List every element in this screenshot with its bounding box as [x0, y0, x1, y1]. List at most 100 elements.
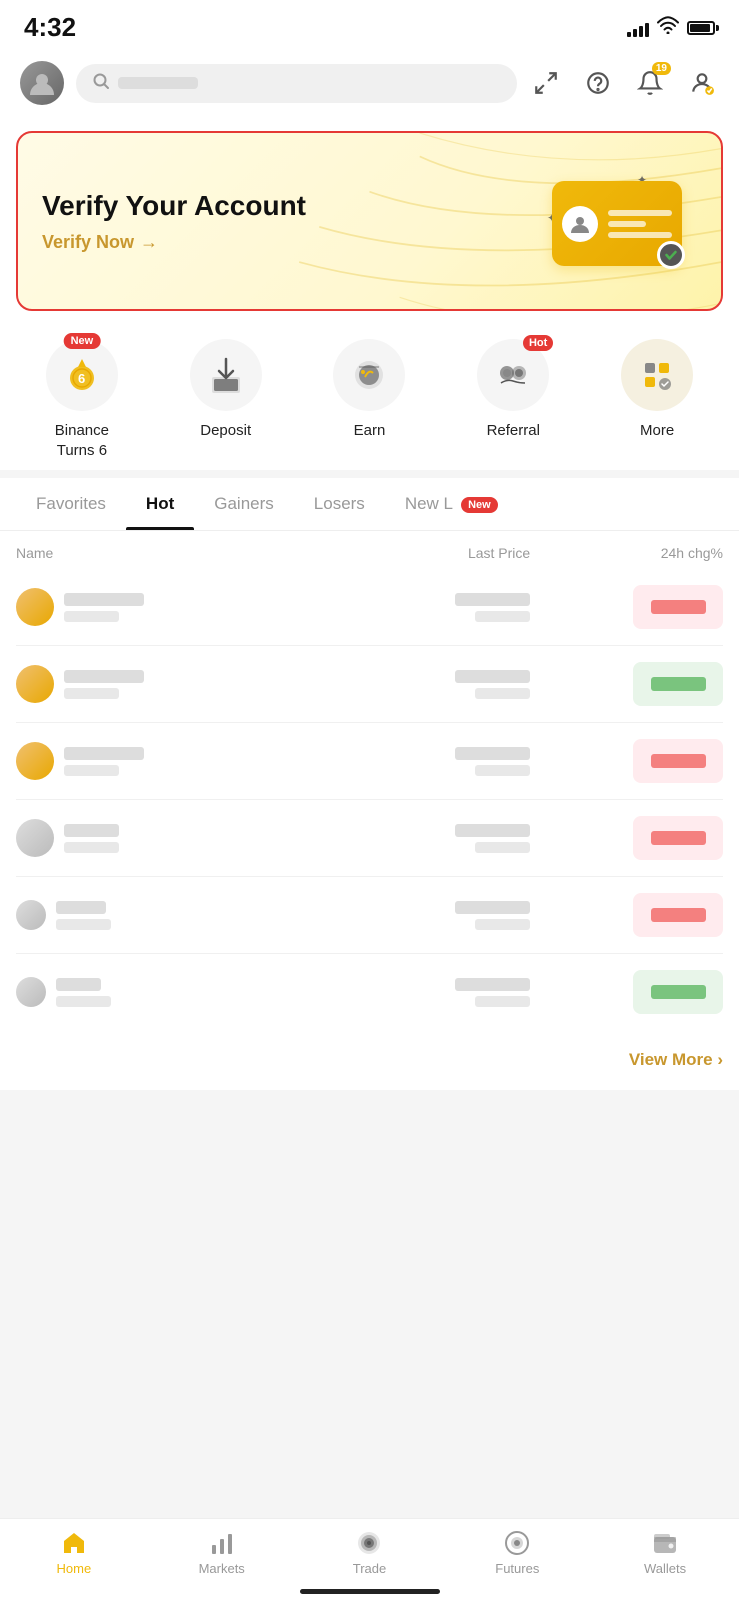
coin-text [56, 901, 111, 930]
referral-icon-wrap: Hot [477, 339, 549, 411]
coin-icon [16, 588, 54, 626]
status-time: 4:32 [24, 12, 76, 43]
tab-favorites[interactable]: Favorites [16, 478, 126, 530]
expand-icon-btn[interactable] [529, 66, 563, 100]
coin-text [64, 593, 144, 622]
home-label: Home [57, 1561, 92, 1576]
table-row[interactable] [16, 646, 723, 723]
home-icon [58, 1529, 90, 1557]
view-more[interactable]: View More › [0, 1030, 739, 1090]
bottom-nav-home[interactable]: Home [0, 1529, 148, 1576]
coin-price [273, 901, 530, 930]
coin-info [16, 588, 273, 626]
table-row[interactable] [16, 723, 723, 800]
coin-icon [16, 742, 54, 780]
verify-banner[interactable]: Verify Your Account Verify Now → ✦ ✦ [16, 131, 723, 311]
id-card-lines [608, 210, 672, 238]
bottom-nav-markets[interactable]: Markets [148, 1529, 296, 1576]
home-indicator [300, 1589, 440, 1594]
wallets-icon [649, 1529, 681, 1557]
bottom-nav-wallets[interactable]: Wallets [591, 1529, 739, 1576]
earn-icon-wrap [333, 339, 405, 411]
action-referral[interactable]: Hot Referral [453, 339, 573, 441]
table-header: Name Last Price 24h chg% [16, 531, 723, 569]
support-icon-btn[interactable] [581, 66, 615, 100]
coin-price [273, 747, 530, 776]
table-row[interactable] [16, 569, 723, 646]
status-icons [627, 16, 715, 40]
coin-change [530, 585, 723, 629]
status-bar: 4:32 [0, 0, 739, 51]
header-change: 24h chg% [530, 545, 723, 561]
search-bar[interactable] [76, 64, 517, 103]
tab-new[interactable]: New L New [385, 478, 518, 530]
coin-icon [16, 977, 46, 1007]
market-table: Name Last Price 24h chg% [0, 531, 739, 1030]
check-badge [657, 241, 685, 269]
bottom-nav-futures[interactable]: Futures [443, 1529, 591, 1576]
binance-turns-6-label: BinanceTurns 6 [55, 421, 109, 460]
avatar[interactable] [20, 61, 64, 105]
action-deposit[interactable]: Deposit [166, 339, 286, 441]
markets-label: Markets [199, 1561, 245, 1576]
table-row[interactable] [16, 800, 723, 877]
deposit-icon-wrap [190, 339, 262, 411]
coin-text [56, 978, 111, 1007]
market-section: Favorites Hot Gainers Losers New L New N… [0, 478, 739, 1090]
id-card-avatar [562, 206, 598, 242]
action-binance-turns-6[interactable]: New 6 BinanceTurns 6 [22, 339, 142, 460]
nav-icons: 19 [529, 66, 719, 100]
top-nav: 19 [0, 51, 739, 115]
header-price: Last Price [273, 545, 530, 561]
coin-info [16, 977, 273, 1007]
coin-info [16, 900, 273, 930]
coin-change [530, 970, 723, 1014]
coin-price [273, 670, 530, 699]
search-placeholder [118, 77, 198, 89]
coin-info [16, 819, 273, 857]
coin-text [64, 670, 144, 699]
hot-badge: Hot [523, 335, 553, 351]
view-more-link[interactable]: View More › [629, 1050, 723, 1069]
wallets-label: Wallets [644, 1561, 686, 1576]
coin-price [273, 978, 530, 1007]
banner-link[interactable]: Verify Now → [42, 232, 306, 253]
action-more[interactable]: More [597, 339, 717, 441]
coin-change [530, 739, 723, 783]
futures-icon [501, 1529, 533, 1557]
tab-gainers[interactable]: Gainers [194, 478, 294, 530]
coin-info [16, 665, 273, 703]
table-row[interactable] [16, 954, 723, 1030]
notification-icon-btn[interactable]: 19 [633, 66, 667, 100]
banner-title: Verify Your Account [42, 189, 306, 223]
new-badge: New [64, 333, 101, 349]
trade-label: Trade [353, 1561, 386, 1576]
banner-container: Verify Your Account Verify Now → ✦ ✦ [0, 115, 739, 319]
bottom-nav-trade[interactable]: Trade [296, 1529, 444, 1576]
new-tab-badge: New [461, 497, 498, 513]
more-label: More [640, 421, 674, 441]
id-card-illustration: ✦ ✦ [547, 171, 687, 271]
profile-icon-btn[interactable] [685, 66, 719, 100]
table-row[interactable] [16, 877, 723, 954]
coin-icon [16, 665, 54, 703]
markets-icon [206, 1529, 238, 1557]
tab-hot[interactable]: Hot [126, 478, 194, 530]
header-name: Name [16, 545, 273, 561]
market-tabs: Favorites Hot Gainers Losers New L New [0, 478, 739, 531]
tab-losers[interactable]: Losers [294, 478, 385, 530]
notification-badge: 19 [652, 62, 671, 75]
coin-text [64, 747, 144, 776]
coin-change [530, 893, 723, 937]
binance-turns-6-icon-wrap: New 6 [46, 339, 118, 411]
battery-icon [687, 21, 715, 35]
coin-price [273, 593, 530, 622]
trade-icon [353, 1529, 385, 1557]
coin-icon [16, 819, 54, 857]
referral-label: Referral [487, 421, 540, 441]
signal-icon [627, 19, 649, 37]
action-earn[interactable]: Earn [309, 339, 429, 441]
banner-image: ✦ ✦ [537, 161, 697, 281]
search-icon [92, 72, 110, 95]
deposit-label: Deposit [200, 421, 251, 441]
